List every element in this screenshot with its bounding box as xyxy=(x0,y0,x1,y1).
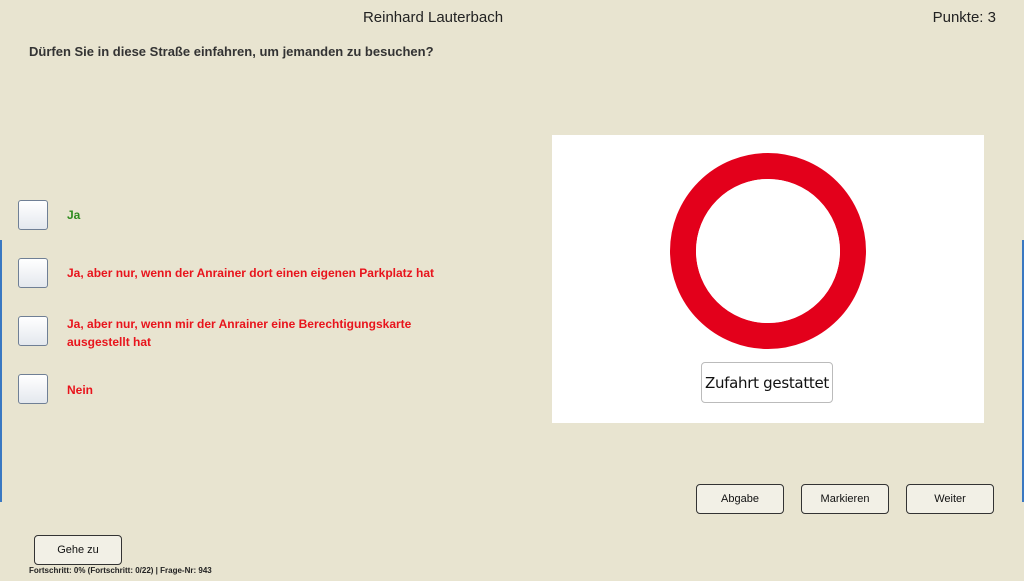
answer-checkbox-3[interactable] xyxy=(18,316,48,346)
answer-option-2[interactable]: Ja, aber nur, wenn der Anrainer dort ein… xyxy=(18,258,487,288)
mark-button[interactable]: Markieren xyxy=(801,484,889,514)
goto-button[interactable]: Gehe zu xyxy=(34,535,122,565)
answer-option-4[interactable]: Nein xyxy=(18,374,487,404)
answer-checkbox-4[interactable] xyxy=(18,374,48,404)
next-button[interactable]: Weiter xyxy=(906,484,994,514)
question-text: Dürfen Sie in diese Straße einfahren, um… xyxy=(29,44,434,59)
answer-option-3[interactable]: Ja, aber nur, wenn mir der Anrainer eine… xyxy=(18,316,467,351)
answer-label-3: Ja, aber nur, wenn mir der Anrainer eine… xyxy=(67,317,412,349)
quiz-screen: Reinhard Lauterbach Punkte: 3 Dürfen Sie… xyxy=(0,0,1024,581)
user-name: Reinhard Lauterbach xyxy=(362,9,504,26)
additional-sign-plate: Zufahrt gestattet xyxy=(701,362,833,403)
no-vehicles-sign-icon xyxy=(670,153,866,349)
points-counter: Punkte: 3 xyxy=(932,9,996,26)
answer-label-4: Nein xyxy=(67,383,94,397)
question-image: Zufahrt gestattet xyxy=(552,135,984,423)
answer-label-1: Ja xyxy=(67,208,81,222)
answer-checkbox-1[interactable] xyxy=(18,200,48,230)
answer-label-2: Ja, aber nur, wenn der Anrainer dort ein… xyxy=(67,266,434,280)
submit-button[interactable]: Abgabe xyxy=(696,484,784,514)
left-edge-bar xyxy=(0,240,2,502)
answer-checkbox-2[interactable] xyxy=(18,258,48,288)
progress-status: Fortschritt: 0% (Fortschritt: 0/22) | Fr… xyxy=(29,566,212,575)
answer-option-1[interactable]: Ja xyxy=(18,200,487,230)
